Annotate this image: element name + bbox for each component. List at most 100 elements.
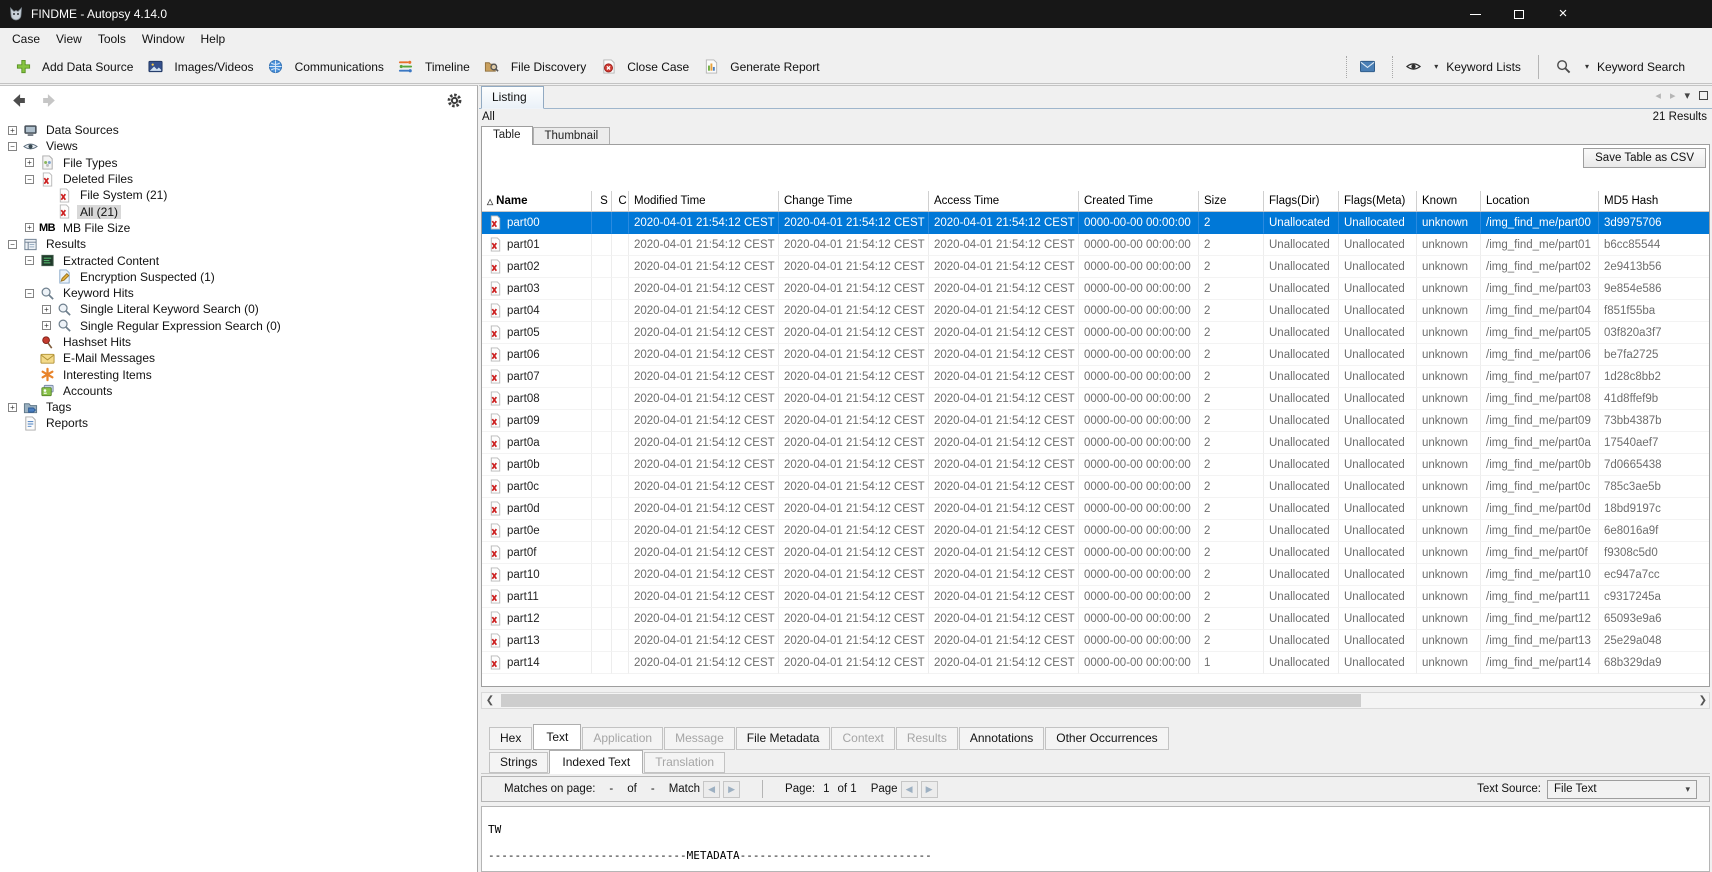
scrollbar-thumb[interactable] (501, 694, 1361, 707)
images-videos-button[interactable]: Images/Videos (140, 55, 260, 79)
tab-annotations[interactable]: Annotations (959, 727, 1044, 750)
collapse-icon[interactable]: − (25, 175, 34, 184)
gear-icon[interactable] (446, 92, 463, 112)
table-row-part10[interactable]: part102020-04-01 21:54:12 CEST2020-04-01… (482, 564, 1709, 586)
expand-icon[interactable]: + (8, 126, 17, 135)
table-row-part14[interactable]: part142020-04-01 21:54:12 CEST2020-04-01… (482, 652, 1709, 674)
tree-item-views[interactable]: −Views (0, 138, 477, 154)
viewtab-thumbnail[interactable]: Thumbnail (533, 127, 611, 145)
menu-window[interactable]: Window (134, 30, 193, 48)
table-row-part04[interactable]: part042020-04-01 21:54:12 CEST2020-04-01… (482, 300, 1709, 322)
keyword-search-button[interactable]: ▾Keyword Search (1549, 55, 1692, 79)
column-header-location[interactable]: Location (1481, 191, 1599, 211)
table-row-part0f[interactable]: part0f2020-04-01 21:54:12 CEST2020-04-01… (482, 542, 1709, 564)
timeline-button[interactable]: Timeline (391, 55, 477, 79)
tree-item-encryption-suspected-1[interactable]: Encryption Suspected (1) (0, 269, 477, 285)
scroll-left-icon[interactable]: ◂ (1655, 89, 1661, 102)
column-header-s[interactable]: S (592, 191, 612, 211)
tree-item-mb-file-size[interactable]: +MBMB File Size (0, 220, 477, 236)
expand-icon[interactable]: + (25, 223, 34, 232)
tree-item-hashset-hits[interactable]: Hashset Hits (0, 334, 477, 350)
column-header-access-time[interactable]: Access Time (929, 191, 1079, 211)
close-button[interactable]: × (1556, 7, 1570, 21)
table-row-part09[interactable]: part092020-04-01 21:54:12 CEST2020-04-01… (482, 410, 1709, 432)
table-row-part0c[interactable]: part0c2020-04-01 21:54:12 CEST2020-04-01… (482, 476, 1709, 498)
collapse-icon[interactable]: − (8, 142, 17, 151)
tab-other-occurrences[interactable]: Other Occurrences (1045, 727, 1168, 750)
keyword-lists-button[interactable]: ▾Keyword Lists (1398, 55, 1528, 79)
tree-item-tags[interactable]: +Tags (0, 399, 477, 415)
subtab-indexed-text[interactable]: Indexed Text (549, 750, 643, 774)
table-row-part05[interactable]: part052020-04-01 21:54:12 CEST2020-04-01… (482, 322, 1709, 344)
menu-case[interactable]: Case (4, 30, 48, 48)
communications-button[interactable]: Communications (261, 55, 391, 79)
expand-icon[interactable]: + (8, 403, 17, 412)
column-header-flags-meta[interactable]: Flags(Meta) (1339, 191, 1417, 211)
table-row-part0a[interactable]: part0a2020-04-01 21:54:12 CEST2020-04-01… (482, 432, 1709, 454)
add-data-source-button[interactable]: Add Data Source (8, 55, 140, 79)
previous-page-button[interactable]: ◀ (901, 781, 918, 798)
table-row-part0d[interactable]: part0d2020-04-01 21:54:12 CEST2020-04-01… (482, 498, 1709, 520)
next-page-button[interactable]: ▶ (921, 781, 938, 798)
back-arrow-icon[interactable] (10, 92, 27, 112)
table-row-part00[interactable]: part002020-04-01 21:54:12 CEST2020-04-01… (482, 212, 1709, 234)
close-case-button[interactable]: Close Case (593, 55, 696, 79)
tree-item-e-mail-messages[interactable]: E-Mail Messages (0, 350, 477, 366)
column-header-created-time[interactable]: Created Time (1079, 191, 1199, 211)
minimize-button[interactable] (1468, 7, 1482, 21)
tab-file-metadata[interactable]: File Metadata (736, 727, 831, 750)
email-button[interactable] (1352, 55, 1387, 79)
collapse-icon[interactable]: − (25, 256, 34, 265)
table-row-part03[interactable]: part032020-04-01 21:54:12 CEST2020-04-01… (482, 278, 1709, 300)
previous-match-button[interactable]: ◀ (703, 781, 720, 798)
expand-icon[interactable]: + (42, 321, 51, 330)
maximize-pane-icon[interactable] (1699, 91, 1708, 100)
table-row-part12[interactable]: part122020-04-01 21:54:12 CEST2020-04-01… (482, 608, 1709, 630)
tree-item-single-literal-keyword-search-0[interactable]: +Single Literal Keyword Search (0) (0, 301, 477, 317)
collapse-icon[interactable]: − (8, 240, 17, 249)
menu-view[interactable]: View (48, 30, 90, 48)
tab-text[interactable]: Text (533, 724, 581, 750)
maximize-button[interactable] (1512, 7, 1526, 21)
column-header-c[interactable]: C (612, 191, 629, 211)
text-source-select[interactable]: File Text ▾ (1547, 780, 1697, 799)
table-row-part08[interactable]: part082020-04-01 21:54:12 CEST2020-04-01… (482, 388, 1709, 410)
table-row-part11[interactable]: part112020-04-01 21:54:12 CEST2020-04-01… (482, 586, 1709, 608)
tree-item-deleted-files[interactable]: −Deleted Files (0, 171, 477, 187)
tree-item-interesting-items[interactable]: Interesting Items (0, 366, 477, 382)
tree-item-results[interactable]: −Results (0, 236, 477, 252)
table-row-part06[interactable]: part062020-04-01 21:54:12 CEST2020-04-01… (482, 344, 1709, 366)
collapse-icon[interactable]: − (25, 289, 34, 298)
column-header-md5-hash[interactable]: MD5 Hash (1599, 191, 1712, 211)
table-row-part01[interactable]: part012020-04-01 21:54:12 CEST2020-04-01… (482, 234, 1709, 256)
tree-item-file-system-21[interactable]: File System (21) (0, 187, 477, 203)
column-header-known[interactable]: Known (1417, 191, 1481, 211)
tree-item-data-sources[interactable]: +Data Sources (0, 122, 477, 138)
tree-item-file-types[interactable]: +File Types (0, 155, 477, 171)
tree-item-reports[interactable]: Reports (0, 415, 477, 431)
tab-list-dropdown-icon[interactable]: ▾ (1684, 89, 1690, 102)
tree-item-single-regular-expression-search-0[interactable]: +Single Regular Expression Search (0) (0, 318, 477, 334)
column-header-flags-dir[interactable]: Flags(Dir) (1264, 191, 1339, 211)
menu-tools[interactable]: Tools (90, 30, 134, 48)
table-row-part0b[interactable]: part0b2020-04-01 21:54:12 CEST2020-04-01… (482, 454, 1709, 476)
menu-help[interactable]: Help (193, 30, 234, 48)
tree-item-accounts[interactable]: Accounts (0, 383, 477, 399)
expand-icon[interactable]: + (42, 305, 51, 314)
column-header-size[interactable]: Size (1199, 191, 1264, 211)
save-csv-button[interactable]: Save Table as CSV (1583, 148, 1706, 168)
scrollbar-right-arrow-icon[interactable]: ❯ (1699, 695, 1707, 706)
tab-hex[interactable]: Hex (489, 727, 532, 750)
generate-report-button[interactable]: Generate Report (696, 55, 826, 79)
viewtab-table[interactable]: Table (481, 126, 533, 145)
subtab-strings[interactable]: Strings (489, 752, 548, 773)
file-discovery-button[interactable]: File Discovery (477, 55, 593, 79)
indexed-text-viewer[interactable]: TW ------------------------------METADAT… (481, 806, 1710, 872)
scrollbar-left-arrow-icon[interactable]: ❮ (482, 695, 498, 706)
tab-listing[interactable]: Listing (481, 86, 544, 109)
column-header-modified-time[interactable]: Modified Time (629, 191, 779, 211)
next-match-button[interactable]: ▶ (723, 781, 740, 798)
table-row-part13[interactable]: part132020-04-01 21:54:12 CEST2020-04-01… (482, 630, 1709, 652)
table-row-part02[interactable]: part022020-04-01 21:54:12 CEST2020-04-01… (482, 256, 1709, 278)
table-row-part0e[interactable]: part0e2020-04-01 21:54:12 CEST2020-04-01… (482, 520, 1709, 542)
